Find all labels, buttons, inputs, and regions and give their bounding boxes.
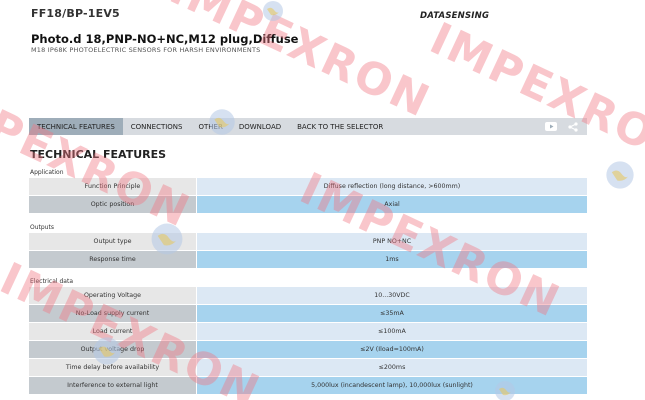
youtube-icon[interactable] <box>545 122 557 132</box>
tab-technical-features[interactable]: TECHNICAL FEATURES <box>29 118 123 135</box>
table-row: Output voltage drop ≤2V (Iload=100mA) <box>29 341 587 358</box>
table-row: Output type PNP NO+NC <box>29 233 587 250</box>
row-label: Output voltage drop <box>29 341 197 358</box>
brand-name: DATASENSING <box>420 11 490 21</box>
row-label: Time delay before availability <box>29 359 197 376</box>
watermark: IMPEXRON <box>422 13 645 178</box>
globe-icon <box>605 160 635 195</box>
group-label-outputs: Outputs <box>30 224 54 231</box>
row-label: Interference to external light <box>29 377 197 394</box>
brand-logo: DATASENSING <box>420 9 489 23</box>
row-value: 5,000lux (incandescent lamp), 10,000lux … <box>197 377 587 394</box>
table-row: No-Load supply current ≤35mA <box>29 305 587 322</box>
table-row: Response time 1ms <box>29 251 587 268</box>
table-row: Interference to external light 5,000lux … <box>29 377 587 394</box>
tab-back-to-selector[interactable]: BACK TO THE SELECTOR <box>289 118 391 135</box>
globe-icon <box>262 0 284 27</box>
row-value: 10...30VDC <box>197 287 587 304</box>
product-title: Photo.d 18,PNP-NO+NC,M12 plug,Diffuse <box>31 32 299 46</box>
product-model: FF18/BP-1EV5 <box>31 7 120 20</box>
row-value: ≤2V (Iload=100mA) <box>197 341 587 358</box>
table-row: Time delay before availability ≤200ms <box>29 359 587 376</box>
row-value: PNP NO+NC <box>197 233 587 250</box>
section-title: TECHNICAL FEATURES <box>30 148 167 161</box>
row-value: ≤200ms <box>197 359 587 376</box>
table-row: Operating Voltage 10...30VDC <box>29 287 587 304</box>
table-row: Function Principle Diffuse reflection (l… <box>29 178 587 195</box>
row-label: Optic position <box>29 196 197 213</box>
row-label: Response time <box>29 251 197 268</box>
tab-connections[interactable]: CONNECTIONS <box>123 118 191 135</box>
row-label: Load current <box>29 323 197 340</box>
row-label: Function Principle <box>29 178 197 195</box>
group-label-application: Application <box>30 169 64 176</box>
product-subtitle: M18 IP68K PHOTOELECTRIC SENSORS FOR HARS… <box>31 46 261 54</box>
row-value: ≤35mA <box>197 305 587 322</box>
watermark-text: IMPEXRON <box>162 0 439 128</box>
table-row: Load current ≤100mA <box>29 323 587 340</box>
watermark-text: IMPEXRON <box>422 13 645 178</box>
row-label: Operating Voltage <box>29 287 197 304</box>
row-label: Output type <box>29 233 197 250</box>
table-row: Optic position Axial <box>29 196 587 213</box>
share-icon[interactable] <box>567 121 579 132</box>
row-value: Diffuse reflection (long distance, >600m… <box>197 178 587 195</box>
tab-download[interactable]: DOWNLOAD <box>231 118 289 135</box>
nav-icon-group <box>545 118 587 135</box>
row-label: No-Load supply current <box>29 305 197 322</box>
row-value: 1ms <box>197 251 587 268</box>
tab-bar: TECHNICAL FEATURES CONNECTIONS OTHER DOW… <box>29 118 587 135</box>
tab-other[interactable]: OTHER <box>191 118 231 135</box>
group-label-electrical-data: Electrical data <box>30 278 73 285</box>
row-value: Axial <box>197 196 587 213</box>
watermark: IMPEXRON <box>162 0 438 128</box>
row-value: ≤100mA <box>197 323 587 340</box>
